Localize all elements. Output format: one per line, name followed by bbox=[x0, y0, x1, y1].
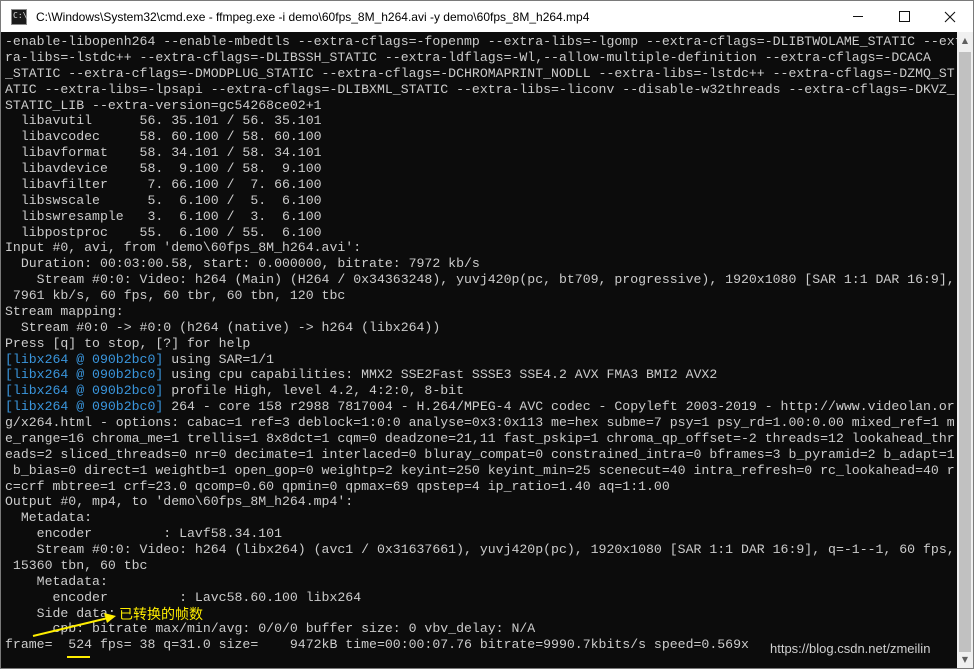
watermark: https://blog.csdn.net/zmeilin bbox=[770, 641, 931, 656]
console-line-text: Stream #0:0: Video: h264 (Main) (H264 / … bbox=[5, 272, 955, 288]
console-line-text: frame= 524 fps= 38 q=31.0 size= 9472kB t… bbox=[5, 637, 749, 653]
console-line-text: _STATIC --extra-cflags=-DMODPLUG_STATIC … bbox=[5, 65, 955, 81]
log-tag: [libx264 @ 090b2bc0] bbox=[5, 351, 164, 367]
console-line: ATIC --extra-libs=-lpsapi --extra-cflags… bbox=[5, 82, 957, 98]
console-line: c=crf mbtree=1 crf=23.0 qcomp=0.60 qpmin… bbox=[5, 479, 957, 495]
console-line-text: encoder : Lavc58.60.100 libx264 bbox=[5, 589, 362, 605]
console-line: Metadata: bbox=[5, 574, 957, 590]
maximize-button[interactable] bbox=[881, 1, 927, 32]
console-line: libavutil 56. 35.101 / 56. 35.101 bbox=[5, 113, 957, 129]
close-button[interactable] bbox=[927, 1, 973, 32]
console-line-text: libavformat 58. 34.101 / 58. 34.101 bbox=[5, 145, 322, 161]
console-line-text: libpostproc 55. 6.100 / 55. 6.100 bbox=[5, 224, 322, 240]
console-lines: -enable-libopenh264 --enable-mbedtls --e… bbox=[5, 34, 957, 653]
console-line: e_range=16 chroma_me=1 trellis=1 8x8dct=… bbox=[5, 431, 957, 447]
console-line-text: libavutil 56. 35.101 / 56. 35.101 bbox=[5, 113, 322, 129]
console-line-text: Press [q] to stop, [?] for help bbox=[5, 335, 251, 351]
window-title: C:\Windows\System32\cmd.exe - ffmpeg.exe… bbox=[36, 9, 590, 24]
minimize-icon bbox=[853, 16, 863, 17]
console-line-text: 7961 kb/s, 60 fps, 60 tbr, 60 tbn, 120 t… bbox=[5, 288, 346, 303]
console-line: libavdevice 58. 9.100 / 58. 9.100 bbox=[5, 161, 957, 177]
console-line: b_bias=0 direct=1 weightb=1 open_gop=0 w… bbox=[5, 463, 957, 479]
log-tag: [libx264 @ 090b2bc0] bbox=[5, 399, 164, 415]
console-line-text: Side data: bbox=[5, 605, 116, 621]
console-line: [libx264 @ 090b2bc0] profile High, level… bbox=[5, 383, 957, 399]
console-line: Stream #0:0: Video: h264 (Main) (H264 / … bbox=[5, 272, 957, 288]
console-line-text: Stream mapping: bbox=[5, 303, 124, 319]
console-line-text: -enable-libopenh264 --enable-mbedtls --e… bbox=[5, 34, 957, 49]
console-line-text: eads=2 sliced_threads=0 nr=0 decimate=1 … bbox=[5, 446, 955, 462]
console-line: 7961 kb/s, 60 fps, 60 tbr, 60 tbn, 120 t… bbox=[5, 288, 957, 304]
console-line-text: encoder : Lavf58.34.101 bbox=[5, 526, 282, 542]
console-line-text: STATIC_LIB --extra-version=gc54268ce02+1 bbox=[5, 97, 322, 113]
console-line: encoder : Lavf58.34.101 bbox=[5, 526, 957, 542]
console-line-text: 15360 tbn, 60 tbc bbox=[5, 557, 148, 573]
console-line-text: libavfilter 7. 66.100 / 7. 66.100 bbox=[5, 176, 322, 192]
console-line-text: Input #0, avi, from 'demo\60fps_8M_h264.… bbox=[5, 240, 362, 256]
console-line: encoder : Lavc58.60.100 libx264 bbox=[5, 590, 957, 606]
console-line-text: using SAR=1/1 bbox=[163, 351, 275, 367]
console-line-text: c=crf mbtree=1 crf=23.0 qcomp=0.60 qpmin… bbox=[5, 478, 670, 494]
console-line: STATIC_LIB --extra-version=gc54268ce02+1 bbox=[5, 98, 957, 114]
minimize-button[interactable] bbox=[835, 1, 881, 32]
console-line: libswscale 5. 6.100 / 5. 6.100 bbox=[5, 193, 957, 209]
console-line-text: ATIC --extra-libs=-lpsapi --extra-cflags… bbox=[5, 81, 955, 97]
console-line-text: libswresample 3. 6.100 / 3. 6.100 bbox=[5, 208, 322, 224]
console-line: _STATIC --extra-cflags=-DMODPLUG_STATIC … bbox=[5, 66, 957, 82]
scroll-down-arrow-icon[interactable]: ▼ bbox=[957, 651, 973, 668]
console-line-text: libswscale 5. 6.100 / 5. 6.100 bbox=[5, 192, 322, 208]
console-line-text: using cpu capabilities: MMX2 SSE2Fast SS… bbox=[163, 367, 718, 383]
annotation-label: 已转换的帧数 bbox=[119, 607, 203, 623]
title-bar[interactable]: C:\ C:\Windows\System32\cmd.exe - ffmpeg… bbox=[1, 1, 973, 32]
console-line-text: Metadata: bbox=[5, 510, 93, 526]
console-line: Input #0, avi, from 'demo\60fps_8M_h264.… bbox=[5, 240, 957, 256]
console-line: libpostproc 55. 6.100 / 55. 6.100 bbox=[5, 225, 957, 241]
console-line: Metadata: bbox=[5, 510, 957, 526]
console-line-text: profile High, level 4.2, 4:2:0, 8-bit bbox=[163, 383, 465, 399]
console-line: Press [q] to stop, [?] for help bbox=[5, 336, 957, 352]
console-line-text: libavcodec 58. 60.100 / 58. 60.100 bbox=[5, 129, 322, 145]
console-line-text: cpb: bitrate max/min/avg: 0/0/0 buffer s… bbox=[5, 621, 536, 637]
console-line-text: Output #0, mp4, to 'demo\60fps_8M_h264.m… bbox=[5, 494, 354, 510]
console-line: [libx264 @ 090b2bc0] 264 - core 158 r298… bbox=[5, 399, 957, 415]
console-line-text: b_bias=0 direct=1 weightb=1 open_gop=0 w… bbox=[5, 462, 955, 478]
console-line-text: libavdevice 58. 9.100 / 58. 9.100 bbox=[5, 161, 322, 176]
console-line: libavformat 58. 34.101 / 58. 34.101 bbox=[5, 145, 957, 161]
console-line: Duration: 00:03:00.58, start: 0.000000, … bbox=[5, 256, 957, 272]
console-line-text: ra-libs=-lstdc++ --extra-cflags=-DLIBSSH… bbox=[5, 49, 931, 65]
console-line: Stream mapping: bbox=[5, 304, 957, 320]
console-line-text: 264 - core 158 r2988 7817004 - H.264/MPE… bbox=[163, 399, 955, 415]
console-line: -enable-libopenh264 --enable-mbedtls --e… bbox=[5, 34, 957, 50]
console-line: libavfilter 7. 66.100 / 7. 66.100 bbox=[5, 177, 957, 193]
scroll-thumb[interactable] bbox=[959, 52, 971, 652]
console-line-text: g/x264.html - options: cabac=1 ref=3 deb… bbox=[5, 415, 955, 430]
maximize-icon bbox=[898, 11, 910, 22]
vertical-scrollbar[interactable]: ▲ ▼ bbox=[957, 32, 973, 668]
console-line: libavcodec 58. 60.100 / 58. 60.100 bbox=[5, 129, 957, 145]
console-line: Stream #0:0: Video: h264 (libx264) (avc1… bbox=[5, 542, 957, 558]
console-line: [libx264 @ 090b2bc0] using cpu capabilit… bbox=[5, 367, 957, 383]
console-line: libswresample 3. 6.100 / 3. 6.100 bbox=[5, 209, 957, 225]
console-line-text: e_range=16 chroma_me=1 trellis=1 8x8dct=… bbox=[5, 430, 955, 446]
cmd-app-icon[interactable]: C:\ bbox=[11, 8, 27, 25]
console-line: [libx264 @ 090b2bc0] using SAR=1/1 bbox=[5, 352, 957, 368]
console-line-text: Stream #0:0 -> #0:0 (h264 (native) -> h2… bbox=[5, 319, 441, 335]
log-tag: [libx264 @ 090b2bc0] bbox=[5, 383, 164, 399]
console-line: Stream #0:0 -> #0:0 (h264 (native) -> h2… bbox=[5, 320, 957, 336]
console-line-text: Metadata: bbox=[5, 573, 108, 589]
console-output[interactable]: -enable-libopenh264 --enable-mbedtls --e… bbox=[1, 32, 957, 668]
scroll-up-arrow-icon[interactable]: ▲ bbox=[957, 32, 973, 49]
console-line: 15360 tbn, 60 tbc bbox=[5, 558, 957, 574]
close-icon bbox=[944, 11, 956, 22]
console-line-text: Duration: 00:03:00.58, start: 0.000000, … bbox=[5, 256, 480, 272]
log-tag: [libx264 @ 090b2bc0] bbox=[5, 367, 164, 383]
console-line: eads=2 sliced_threads=0 nr=0 decimate=1 … bbox=[5, 447, 957, 463]
console-line-text: Stream #0:0: Video: h264 (libx264) (avc1… bbox=[5, 542, 955, 557]
cmd-window: C:\ C:\Windows\System32\cmd.exe - ffmpeg… bbox=[0, 0, 974, 669]
console-line: g/x264.html - options: cabac=1 ref=3 deb… bbox=[5, 415, 957, 431]
console-line: ra-libs=-lstdc++ --extra-cflags=-DLIBSSH… bbox=[5, 50, 957, 66]
console-line: Output #0, mp4, to 'demo\60fps_8M_h264.m… bbox=[5, 494, 957, 510]
